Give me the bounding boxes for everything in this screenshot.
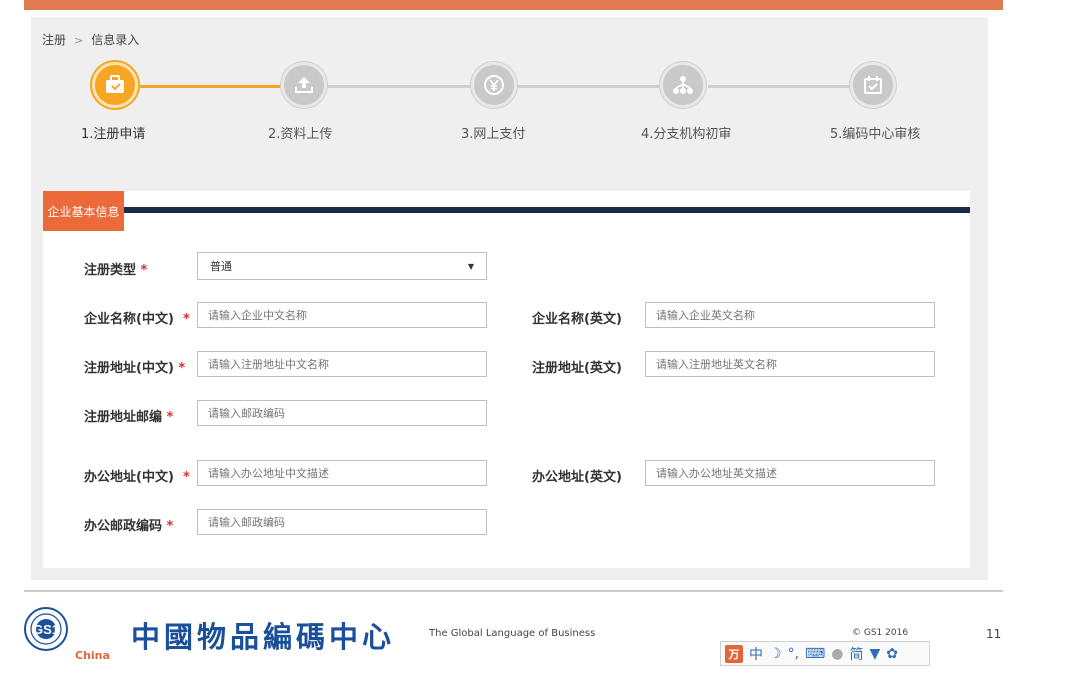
office-en-label: 办公地址(英文) bbox=[532, 470, 622, 485]
tagline: The Global Language of Business bbox=[429, 628, 596, 639]
name-cn-input[interactable] bbox=[197, 302, 487, 328]
page-number: 11 bbox=[986, 627, 1002, 641]
addr-en-label: 注册地址(英文) bbox=[532, 361, 622, 376]
section-title-bar bbox=[124, 207, 970, 213]
moon-icon[interactable]: ☽ bbox=[769, 646, 782, 662]
step-4-label: 4.分支机构初审 bbox=[641, 127, 732, 142]
step-4-circle[interactable] bbox=[660, 62, 706, 108]
dropdown-arrow-icon: ▼ bbox=[467, 261, 474, 271]
step-connector-3 bbox=[518, 85, 660, 88]
ime-mode-toggle[interactable]: 中 bbox=[749, 644, 763, 664]
footer-divider bbox=[24, 590, 1003, 592]
office-en-input[interactable] bbox=[645, 460, 935, 486]
name-en-input[interactable] bbox=[645, 302, 935, 328]
office-zip-label: 办公邮政编码 * bbox=[84, 519, 174, 534]
office-cn-label: 办公地址(中文) * bbox=[84, 470, 190, 485]
addr-cn-input[interactable] bbox=[197, 351, 487, 377]
step-3-label: 3.网上支付 bbox=[461, 127, 526, 142]
name-cn-label: 企业名称(中文) * bbox=[84, 312, 190, 327]
section-title: 企业基本信息 bbox=[43, 191, 124, 231]
step-5-circle[interactable] bbox=[850, 62, 896, 108]
required-mark: * bbox=[166, 410, 174, 425]
breadcrumb-root[interactable]: 注册 bbox=[42, 33, 66, 47]
required-mark: * bbox=[182, 312, 190, 327]
org-tree-icon bbox=[673, 76, 693, 94]
step-1-label: 1.注册申请 bbox=[81, 127, 146, 142]
office-zip-input[interactable] bbox=[197, 509, 487, 535]
step-3-circle[interactable] bbox=[471, 62, 517, 108]
reg-type-select[interactable]: 普通 ▼ bbox=[197, 252, 487, 280]
brand-chinese-name: 中國物品編碼中心 bbox=[131, 620, 396, 654]
upload-icon bbox=[295, 77, 313, 93]
required-mark: * bbox=[140, 263, 148, 278]
reg-zip-label: 注册地址邮编 * bbox=[84, 410, 174, 425]
reg-type-value: 普通 bbox=[210, 260, 232, 273]
step-2-circle[interactable] bbox=[281, 62, 327, 108]
skin-icon[interactable]: ▼ bbox=[869, 646, 880, 662]
required-mark: * bbox=[178, 361, 186, 376]
copyright: © GS1 2016 bbox=[852, 628, 909, 638]
name-en-label: 企业名称(英文) bbox=[532, 312, 622, 327]
breadcrumb-separator: > bbox=[74, 34, 84, 47]
required-mark: * bbox=[182, 470, 190, 485]
reg-type-label: 注册类型 * bbox=[84, 263, 148, 278]
ime-toolbar[interactable]: 万 中 ☽ °, ⌨ ● 简 ▼ ✿ bbox=[720, 641, 930, 666]
punctuation-icon[interactable]: °, bbox=[788, 646, 799, 662]
step-connector-1 bbox=[140, 85, 280, 88]
top-accent-bar bbox=[24, 0, 1003, 10]
step-connector-2 bbox=[328, 85, 470, 88]
reg-zip-input[interactable] bbox=[197, 400, 487, 426]
required-mark: * bbox=[166, 519, 174, 534]
calendar-check-icon bbox=[864, 76, 882, 94]
breadcrumb-current: 信息录入 bbox=[91, 33, 140, 47]
user-icon[interactable]: ● bbox=[831, 646, 843, 662]
breadcrumb: 注册 > 信息录入 bbox=[42, 31, 139, 48]
gs1-logo-mark: GS1 bbox=[24, 607, 68, 651]
addr-cn-label: 注册地址(中文) * bbox=[84, 361, 186, 376]
ime-logo-icon[interactable]: 万 bbox=[725, 644, 743, 663]
step-connector-4 bbox=[708, 85, 850, 88]
form-card bbox=[43, 191, 970, 568]
office-cn-input[interactable] bbox=[197, 460, 487, 486]
keyboard-icon[interactable]: ⌨ bbox=[805, 646, 825, 662]
briefcase-icon bbox=[106, 75, 124, 93]
gs1-region: China bbox=[75, 649, 110, 662]
gear-icon[interactable]: ✿ bbox=[886, 646, 898, 662]
yen-icon bbox=[484, 75, 504, 95]
step-2-label: 2.资料上传 bbox=[268, 127, 333, 142]
addr-en-input[interactable] bbox=[645, 351, 935, 377]
ime-simplified-toggle[interactable]: 简 bbox=[849, 644, 863, 664]
step-1-circle[interactable] bbox=[92, 62, 138, 108]
step-5-label: 5.编码中心审核 bbox=[830, 127, 921, 142]
gs1-logo-text: GS1 bbox=[33, 622, 59, 637]
